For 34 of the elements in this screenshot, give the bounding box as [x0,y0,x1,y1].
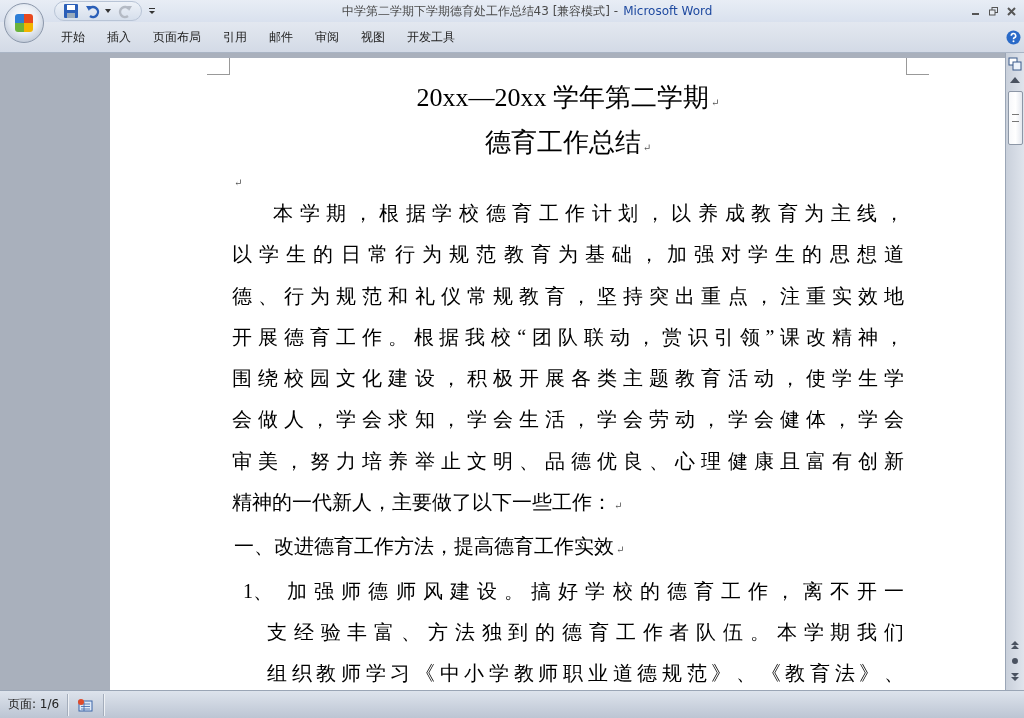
dropdown-caret-icon[interactable] [105,9,111,13]
undo-icon[interactable] [85,3,101,19]
restore-icon[interactable] [989,6,998,16]
ribbon-tab[interactable]: 插入 [96,27,142,47]
close-icon[interactable] [1007,6,1016,16]
ribbon-tab[interactable]: 开始 [50,27,96,47]
previous-page-icon[interactable] [1010,640,1020,650]
window-title: 中学第二学期下学期德育处工作总结43 [兼容模式] - [341,2,619,20]
ribbon-tab[interactable]: 审阅 [304,27,350,47]
ruler-toggle-icon[interactable] [1008,57,1022,71]
ribbon-tab[interactable]: 邮件 [258,27,304,47]
scroll-thumb[interactable] [1007,91,1023,145]
app-name: Microsoft Word [623,4,713,18]
section-heading: 一、改进德育工作方法，提高德育工作实效↵ [233,534,626,560]
save-icon[interactable] [63,3,79,19]
ribbon-tab[interactable]: 视图 [350,27,396,47]
ribbon-tab[interactable]: 引用 [212,27,258,47]
select-browse-object-icon[interactable] [1010,656,1020,666]
margin-corner-mark [906,58,929,75]
help-icon[interactable] [1006,29,1021,45]
customize-toolbar-icon[interactable] [148,7,156,15]
scroll-up-arrow-icon[interactable] [1010,77,1020,83]
paragraph-mark: ↵ [234,177,243,188]
document-title: 德育工作总结↵ [483,127,653,159]
next-page-icon[interactable] [1010,672,1020,682]
page-count[interactable]: 页面: 1/6 [0,696,68,713]
ribbon-tab[interactable]: 页面布局 [142,27,212,47]
office-button[interactable] [4,3,44,43]
body-paragraph: 本学期，根据学校德育工作计划，以养成教育为主线， 以学生的日常行为规范教育为基础，加强对学生的思想道 德、行为规范和礼仪常规教育，坚持突出重点，注重实效地 开展德育工作。根据我校“团队联动，赏识引领”课改精神， 围绕校园文化建设，积极开展各类主题教育活动，使学生学 会做人，学会求知，学会生活，学会劳动，学会健体，学会 审美，努力培养举止文明、品德优良、心理健康且富有创新 精神的一代新人，主要做了以下一些工作：↵ [232,201,904,516]
margin-corner-mark [207,58,230,75]
document-title: 20xx—20xx 学年第二学期↵ [415,82,721,114]
vertical-scrollbar[interactable] [1005,53,1024,690]
macro-record-icon[interactable] [77,697,94,712]
ribbon-tab[interactable]: 开发工具 [396,27,466,47]
